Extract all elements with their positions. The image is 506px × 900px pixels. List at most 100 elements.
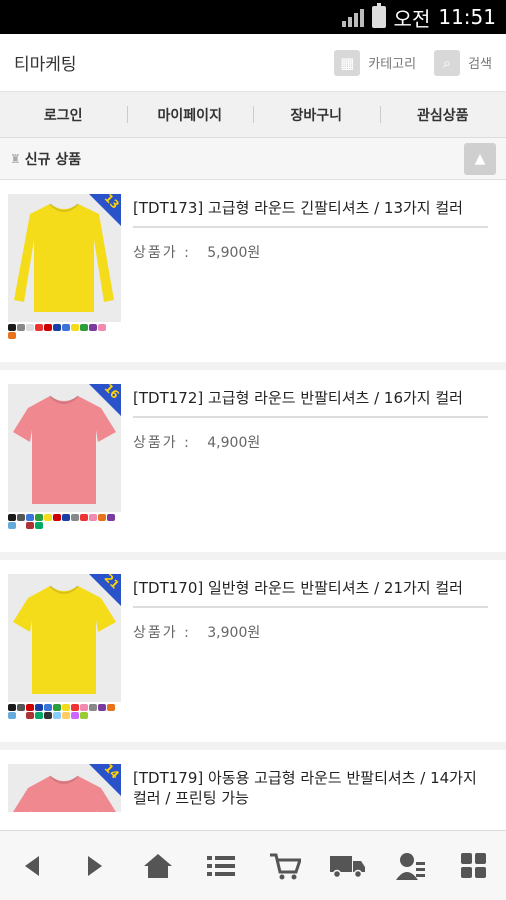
color-swatch — [107, 704, 115, 711]
category-label: 카테고리 — [368, 57, 417, 72]
color-swatch — [53, 712, 61, 719]
color-swatch — [80, 712, 88, 719]
color-swatches — [8, 704, 118, 719]
color-swatch — [44, 514, 52, 521]
product-item[interactable]: 13 [TDT173] 고급형 라운드 긴팔티셔츠 / 13가지 컬러 상품가 … — [0, 180, 506, 370]
member-icon[interactable] — [391, 846, 431, 886]
color-swatch — [17, 514, 25, 521]
color-swatch — [8, 704, 16, 711]
pin-icon: ♜ — [10, 151, 21, 166]
search-icon: ⌕ — [434, 49, 461, 76]
status-time: 11:51 — [438, 5, 496, 29]
tab-wishlist[interactable]: 관심상품 — [379, 92, 506, 137]
tab-login[interactable]: 로그인 — [0, 92, 127, 137]
color-swatch — [80, 514, 88, 521]
product-name[interactable]: [TDT170] 일반형 라운드 반팔티셔츠 / 21가지 컬러 — [133, 578, 488, 608]
color-swatch — [35, 514, 43, 521]
list-icon[interactable] — [201, 846, 241, 886]
category-icon: ▦ — [334, 49, 361, 76]
color-swatch — [17, 522, 25, 529]
back-icon[interactable] — [12, 846, 52, 886]
price-label: 상품가 : — [133, 625, 191, 641]
nav-tabs: 로그인 마이페이지 장바구니 관심상품 — [0, 92, 506, 138]
color-swatch — [53, 704, 61, 711]
color-swatch — [26, 324, 34, 331]
search-button[interactable]: ⌕ 검색 — [434, 49, 492, 76]
color-swatch — [89, 514, 97, 521]
app-header: 티마케팅 ▦ 카테고리 ⌕ 검색 — [0, 34, 506, 92]
color-swatch — [80, 324, 88, 331]
color-swatch — [26, 522, 34, 529]
color-swatch — [71, 324, 79, 331]
status-ampm: 오전 — [393, 6, 431, 31]
color-swatch — [8, 514, 16, 521]
color-swatch — [62, 704, 70, 711]
search-label: 검색 — [468, 57, 492, 72]
color-swatch — [17, 712, 25, 719]
scroll-top-button[interactable]: ▲ — [464, 142, 496, 175]
section-header: ♜ 신규 상품 ▲ — [0, 138, 506, 180]
product-thumbnail[interactable]: 16 — [8, 384, 121, 552]
product-price-row: 상품가 : 3,900원 — [133, 622, 488, 642]
color-swatch — [35, 522, 43, 529]
color-swatch — [8, 712, 16, 719]
home-icon[interactable] — [138, 846, 178, 886]
color-swatch — [35, 324, 43, 331]
tab-cart[interactable]: 장바구니 — [253, 92, 380, 137]
price-label: 상품가 : — [133, 245, 191, 261]
status-bar: 오전 11:51 — [0, 0, 506, 34]
color-swatch — [44, 712, 52, 719]
logo[interactable]: 티마케팅 — [14, 50, 77, 75]
color-swatch — [17, 704, 25, 711]
color-swatch — [71, 514, 79, 521]
color-swatch — [62, 514, 70, 521]
price-label: 상품가 : — [133, 435, 191, 451]
color-swatch — [53, 324, 61, 331]
color-swatches — [8, 324, 118, 339]
grid-icon[interactable] — [454, 846, 494, 886]
color-swatch — [98, 324, 106, 331]
bottom-nav-bar — [0, 830, 506, 900]
color-swatch — [107, 324, 115, 331]
color-swatch — [89, 324, 97, 331]
color-swatch — [8, 324, 16, 331]
color-swatch — [44, 324, 52, 331]
color-swatch — [71, 704, 79, 711]
product-thumbnail[interactable]: 13 — [8, 194, 121, 362]
product-thumbnail[interactable]: 21 — [8, 574, 121, 742]
color-swatch — [53, 514, 61, 521]
tab-mypage[interactable]: 마이페이지 — [126, 92, 254, 137]
product-price-row: 상품가 : 4,900원 — [133, 432, 488, 452]
color-swatch — [62, 712, 70, 719]
product-name[interactable]: [TDT179] 아동용 고급형 라운드 반팔티셔츠 / 14가지 컬러 / 프… — [133, 768, 488, 812]
category-button[interactable]: ▦ 카테고리 — [334, 49, 417, 76]
product-price-row: 상품가 : 5,900원 — [133, 242, 488, 262]
color-swatch — [98, 704, 106, 711]
price-value: 4,900원 — [207, 435, 261, 451]
product-item[interactable]: 16 [TDT172] 고급형 라운드 반팔티셔츠 / 16가지 컬러 상품가 … — [0, 370, 506, 560]
cart-icon[interactable] — [265, 846, 305, 886]
forward-icon[interactable] — [75, 846, 115, 886]
color-swatch — [62, 324, 70, 331]
color-swatch — [98, 514, 106, 521]
color-swatch — [107, 514, 115, 521]
product-name[interactable]: [TDT172] 고급형 라운드 반팔티셔츠 / 16가지 컬러 — [133, 388, 488, 418]
product-thumbnail[interactable]: 14 — [8, 764, 121, 812]
color-swatch — [8, 522, 16, 529]
color-swatch — [26, 712, 34, 719]
product-item[interactable]: 21 [TDT170] 일반형 라운드 반팔티셔츠 / 21가지 컬러 상품가 … — [0, 560, 506, 750]
color-swatch — [17, 324, 25, 331]
color-swatch — [35, 712, 43, 719]
product-list: 13 [TDT173] 고급형 라운드 긴팔티셔츠 / 13가지 컬러 상품가 … — [0, 180, 506, 812]
color-swatch — [80, 704, 88, 711]
color-swatch — [8, 332, 16, 339]
product-item[interactable]: 14 [TDT179] 아동용 고급형 라운드 반팔티셔츠 / 14가지 컬러 … — [0, 750, 506, 812]
signal-icon — [341, 7, 364, 27]
color-swatches — [8, 514, 118, 529]
battery-icon — [371, 3, 386, 28]
color-swatch — [89, 704, 97, 711]
color-swatch — [26, 514, 34, 521]
color-swatch — [26, 704, 34, 711]
product-name[interactable]: [TDT173] 고급형 라운드 긴팔티셔츠 / 13가지 컬러 — [133, 198, 488, 228]
delivery-icon[interactable] — [328, 846, 368, 886]
